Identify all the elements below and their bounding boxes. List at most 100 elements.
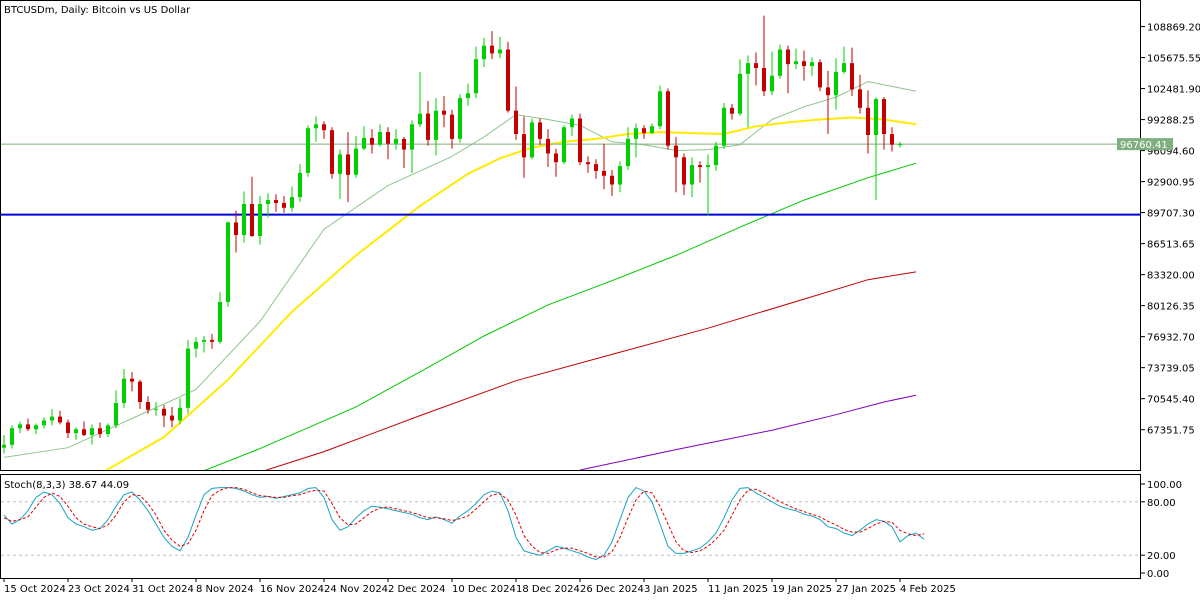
candle-body <box>498 49 502 54</box>
candle-body <box>786 49 790 65</box>
candle-body <box>234 222 238 236</box>
candle <box>530 118 534 160</box>
candle-body <box>714 145 718 166</box>
candle-body <box>618 166 622 185</box>
candle <box>458 94 462 143</box>
candle-body <box>570 118 574 128</box>
candle-body <box>154 408 158 410</box>
candle-body <box>226 222 230 303</box>
candle-body <box>762 68 766 92</box>
candle-body <box>186 348 190 408</box>
candle-body <box>802 61 806 67</box>
candle-body <box>274 200 278 203</box>
price-tick-label: 80126.35 <box>1147 302 1195 313</box>
candle-body <box>82 429 86 436</box>
candle-body <box>90 428 94 436</box>
stochastic-pane-frame <box>0 474 1141 579</box>
candle-body <box>554 153 558 163</box>
candle-body <box>730 107 734 114</box>
price-tick-label: 105675.55 <box>1147 54 1200 65</box>
candle-body <box>258 203 262 236</box>
time-tick-label: 8 Nov 2024 <box>196 584 254 595</box>
price-tick-label: 83320.00 <box>1147 271 1195 282</box>
candle-body <box>346 154 350 175</box>
time-axis: 15 Oct 2024 23 Oct 2024 31 Oct 2024 8 Nov 2… <box>3 578 956 595</box>
candle-body <box>370 137 374 145</box>
time-tick-label: 27 Jan 2025 <box>836 584 896 595</box>
chart-title: BTCUSDm, Daily: Bitcoin vs US Dollar <box>4 5 191 16</box>
candle-body <box>602 170 606 176</box>
candle-body <box>306 128 310 173</box>
time-tick-label: 18 Dec 2024 <box>516 584 580 595</box>
time-tick-label: 10 Dec 2024 <box>452 584 516 595</box>
candle-body <box>458 98 462 139</box>
candle-body <box>578 118 582 163</box>
candle-body <box>58 416 62 423</box>
candle-body <box>738 73 742 114</box>
candle-body <box>282 202 286 208</box>
candle-body <box>130 378 134 382</box>
candle <box>562 125 566 165</box>
stochastic-tick-label: 100.00 <box>1147 480 1182 491</box>
candle-body <box>642 128 646 134</box>
candle-body <box>402 138 406 150</box>
price-tick-label: 86513.65 <box>1147 240 1195 251</box>
price-tick-label: 108869.20 <box>1147 23 1200 34</box>
candle-body <box>514 110 518 135</box>
candle-body <box>858 89 862 108</box>
candle <box>186 339 190 414</box>
candle-body <box>106 425 110 435</box>
candle-body <box>266 200 270 204</box>
candle-body <box>778 49 782 76</box>
candle-body <box>354 148 358 175</box>
candle-body <box>898 144 902 146</box>
candle-body <box>842 63 846 72</box>
candle-body <box>2 444 6 448</box>
candle-body <box>826 87 830 96</box>
candle-body <box>746 63 750 74</box>
candle-body <box>330 130 334 174</box>
candle-body <box>98 428 102 435</box>
candle-body <box>210 339 214 342</box>
time-tick-label: 24 Nov 2024 <box>324 584 388 595</box>
candle-body <box>658 91 662 127</box>
time-tick-label: 4 Feb 2025 <box>900 584 956 595</box>
price-chart: 108869.20 105675.55 102481.90 99288.25 96094… <box>0 0 1200 600</box>
price-tick-label: 76932.70 <box>1147 333 1195 344</box>
candle-body <box>634 128 638 139</box>
candle-body <box>250 203 254 236</box>
candle-body <box>482 45 486 60</box>
price-tick-label: 73739.05 <box>1147 364 1195 375</box>
candle-body <box>74 429 78 434</box>
time-tick-label: 15 Oct 2024 <box>4 584 66 595</box>
candle-body <box>474 59 478 94</box>
candle-body <box>506 49 510 111</box>
candle-body <box>50 416 54 421</box>
candle-body <box>538 122 542 139</box>
stochastic-tick-label: 80.00 <box>1147 498 1176 509</box>
candle <box>330 127 334 179</box>
candle-body <box>338 154 342 174</box>
candle-body <box>138 381 142 403</box>
candle-body <box>298 172 302 198</box>
candle-body <box>562 127 566 163</box>
candle-body <box>442 110 446 115</box>
candle-body <box>882 99 886 135</box>
candle-body <box>178 407 182 421</box>
candle-body <box>466 93 470 99</box>
candle-body <box>722 107 726 146</box>
candle-body <box>10 428 14 445</box>
current-price-label: 96760.41 <box>1120 140 1168 151</box>
candle <box>722 102 726 149</box>
price-tick-label: 99288.25 <box>1147 116 1195 127</box>
candle-body <box>314 124 318 129</box>
price-tick-label: 92900.95 <box>1147 178 1195 189</box>
candle-body <box>850 63 854 90</box>
candle-body <box>18 424 22 429</box>
price-tick-label: 89707.30 <box>1147 209 1195 220</box>
stochastic-tick-label: 20.00 <box>1147 551 1176 562</box>
candle-body <box>818 62 822 88</box>
candle-body <box>34 425 38 430</box>
candle-body <box>674 145 678 158</box>
candle-body <box>490 45 494 54</box>
